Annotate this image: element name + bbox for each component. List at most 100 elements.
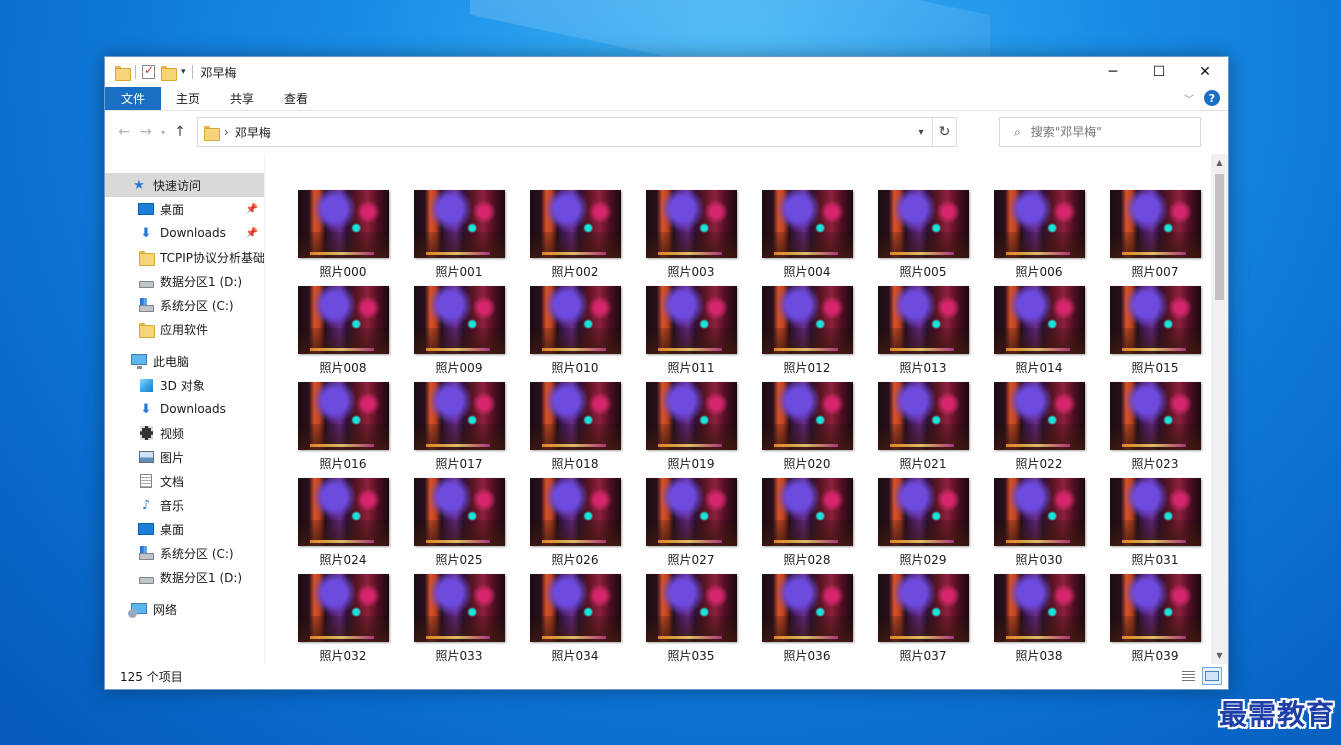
refresh-icon[interactable]: ↻	[932, 118, 956, 146]
file-tile[interactable]: 照片036	[749, 574, 865, 664]
file-tile[interactable]: 照片024	[285, 478, 401, 574]
pin-icon[interactable]: 📌	[246, 228, 258, 239]
file-tile[interactable]: 照片011	[633, 286, 749, 382]
maximize-button[interactable]: ☐	[1136, 57, 1182, 87]
file-tile[interactable]: 照片037	[865, 574, 981, 664]
nav-item-music[interactable]: ♪ 音乐	[105, 493, 264, 517]
file-tile[interactable]: 照片010	[517, 286, 633, 382]
search-input[interactable]	[1030, 125, 1181, 139]
toolbar-divider	[135, 65, 136, 79]
file-tile[interactable]: 照片019	[633, 382, 749, 478]
file-tile[interactable]: 照片005	[865, 190, 981, 286]
nav-item-apps-folder[interactable]: 应用软件	[105, 317, 264, 341]
quick-access-toolbar: ▾	[105, 63, 193, 81]
tab-home[interactable]: 主页	[161, 87, 215, 110]
file-tile[interactable]: 照片022	[981, 382, 1097, 478]
customize-toolbar-chevron-icon[interactable]: ▾	[181, 67, 186, 77]
file-tile[interactable]: 照片000	[285, 190, 401, 286]
nav-item-pc-desktop[interactable]: 桌面	[105, 517, 264, 541]
file-tile[interactable]: 照片013	[865, 286, 981, 382]
file-tile[interactable]: 照片027	[633, 478, 749, 574]
nav-item-drive-d[interactable]: 数据分区1 (D:)	[105, 269, 264, 293]
file-tile[interactable]: 照片020	[749, 382, 865, 478]
file-tile[interactable]: 照片015	[1097, 286, 1213, 382]
close-button[interactable]: ✕	[1182, 57, 1228, 87]
nav-item-tcpip-folder[interactable]: TCPIP协议分析基础	[105, 245, 264, 269]
scroll-down-arrow-icon[interactable]: ▼	[1211, 647, 1228, 664]
pictures-icon	[138, 449, 154, 465]
nav-this-pc[interactable]: 此电脑	[105, 349, 264, 373]
file-tile[interactable]: 照片001	[401, 190, 517, 286]
search-box[interactable]: ⌕	[999, 117, 1201, 147]
file-name: 照片032	[319, 649, 367, 663]
minimize-button[interactable]: ─	[1090, 57, 1136, 87]
nav-item-pictures[interactable]: 图片	[105, 445, 264, 469]
file-tile[interactable]: 照片003	[633, 190, 749, 286]
file-tile[interactable]: 照片025	[401, 478, 517, 574]
photo-thumbnail	[529, 574, 621, 642]
file-tile[interactable]: 照片028	[749, 478, 865, 574]
new-folder-icon[interactable]	[161, 65, 177, 81]
nav-item-pc-drive-d[interactable]: 数据分区1 (D:)	[105, 565, 264, 589]
scroll-up-arrow-icon[interactable]: ▲	[1211, 154, 1228, 171]
file-tile[interactable]: 照片021	[865, 382, 981, 478]
file-tile[interactable]: 照片014	[981, 286, 1097, 382]
file-tile[interactable]: 照片009	[401, 286, 517, 382]
tab-share[interactable]: 共享	[215, 87, 269, 110]
breadcrumb-current-folder[interactable]: 邓早梅	[235, 124, 271, 141]
file-tile[interactable]: 照片017	[401, 382, 517, 478]
expand-ribbon-chevron-icon[interactable]: ﹀	[1184, 91, 1194, 106]
file-tile[interactable]: 照片039	[1097, 574, 1213, 664]
file-tile[interactable]: 照片002	[517, 190, 633, 286]
recent-locations-chevron-icon[interactable]: ▾	[157, 128, 169, 137]
file-tile[interactable]: 照片007	[1097, 190, 1213, 286]
file-tile[interactable]: 照片016	[285, 382, 401, 478]
nav-item-downloads[interactable]: ⬇ Downloads 📌	[105, 221, 264, 245]
vertical-scrollbar[interactable]: ▲ ▼	[1211, 154, 1228, 664]
address-bar[interactable]: › 邓早梅 ▾ ↻	[197, 117, 957, 147]
file-tile[interactable]: 照片031	[1097, 478, 1213, 574]
file-tile[interactable]: 照片038	[981, 574, 1097, 664]
tab-file[interactable]: 文件	[105, 87, 162, 110]
nav-item-videos[interactable]: 视频	[105, 421, 264, 445]
nav-item-drive-c[interactable]: 系统分区 (C:)	[105, 293, 264, 317]
file-tile[interactable]: 照片033	[401, 574, 517, 664]
file-tile[interactable]: 照片018	[517, 382, 633, 478]
back-arrow-icon[interactable]: ←	[113, 124, 135, 140]
file-name: 照片024	[319, 553, 367, 567]
details-view-button[interactable]	[1178, 667, 1198, 685]
file-tile[interactable]: 照片012	[749, 286, 865, 382]
nav-item-desktop[interactable]: 桌面 📌	[105, 197, 264, 221]
window-controls: ─ ☐ ✕	[1090, 57, 1228, 87]
file-tile[interactable]: 照片032	[285, 574, 401, 664]
pin-icon[interactable]: 📌	[246, 204, 258, 215]
desktop-icon	[138, 201, 154, 217]
file-tile[interactable]: 照片030	[981, 478, 1097, 574]
file-tile[interactable]: 照片035	[633, 574, 749, 664]
file-tile[interactable]: 照片034	[517, 574, 633, 664]
breadcrumb-chevron-icon[interactable]: ›	[224, 125, 229, 139]
tab-view[interactable]: 查看	[269, 87, 323, 110]
properties-icon[interactable]	[142, 63, 155, 79]
nav-item-documents[interactable]: 文档	[105, 469, 264, 493]
nav-item-pc-downloads[interactable]: ⬇ Downloads	[105, 397, 264, 421]
file-tile[interactable]: 照片006	[981, 190, 1097, 286]
file-tile[interactable]: 照片026	[517, 478, 633, 574]
file-tile[interactable]: 照片023	[1097, 382, 1213, 478]
file-tile[interactable]: 照片029	[865, 478, 981, 574]
forward-arrow-icon[interactable]: →	[135, 124, 157, 140]
nav-item-pc-drive-c[interactable]: 系统分区 (C:)	[105, 541, 264, 565]
address-history-chevron-icon[interactable]: ▾	[910, 118, 932, 146]
up-arrow-icon[interactable]: ↑	[169, 124, 191, 140]
file-name: 照片002	[551, 265, 599, 279]
file-tile[interactable]: 照片008	[285, 286, 401, 382]
nav-item-3d-objects[interactable]: 3D 对象	[105, 373, 264, 397]
scrollbar-thumb[interactable]	[1215, 174, 1224, 300]
help-icon[interactable]: ?	[1204, 90, 1220, 106]
nav-network[interactable]: 网络	[105, 597, 264, 621]
photo-thumbnail	[993, 190, 1085, 258]
nav-quick-access[interactable]: ★ 快速访问	[105, 173, 264, 197]
file-tile[interactable]: 照片004	[749, 190, 865, 286]
large-icons-view-button[interactable]	[1202, 667, 1222, 685]
file-name: 照片004	[783, 265, 831, 279]
